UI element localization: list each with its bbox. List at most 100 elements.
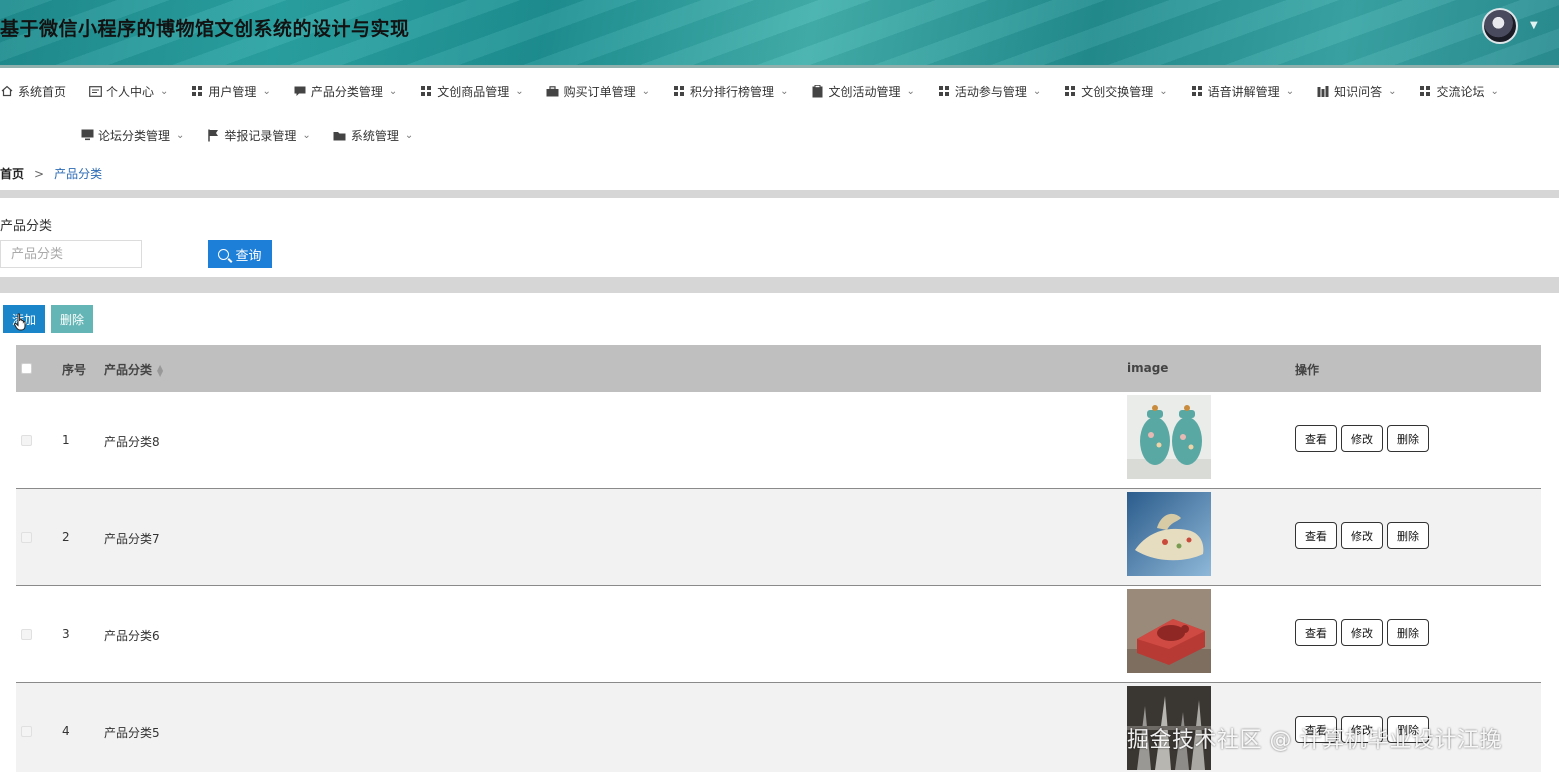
page: 基于微信小程序的博物馆文创系统的设计与实现 ▼ 系统首页 个人中心 ⌄ 用户管理… [0,0,1559,772]
category-table: 序号 产品分类 ▲ ▼ image 操作 1 产品分类8 查看 修改 删除 2 … [16,345,1541,772]
search-icon [218,248,230,260]
chevron-down-icon: ⌄ [160,85,169,97]
chevron-down-icon: ⌄ [1285,85,1295,97]
row-index: 1 [62,433,70,447]
edit-button[interactable]: 修改 [1341,522,1383,549]
bar-chart-icon [1316,84,1330,98]
nav-item-forum[interactable]: 交流论坛 ⌄ [1418,83,1499,100]
row-image-red-carving[interactable] [1127,589,1211,673]
chevron-down-icon: ⌄ [404,129,414,141]
chevron-down-icon: ⌄ [262,85,271,97]
nav-item-qa[interactable]: 知识问答 ⌄ [1316,83,1396,100]
main-nav-row-1: 系统首页 个人中心 ⌄ 用户管理 ⌄ 产品分类管理 ⌄ 文创商品管理 ⌄ 购买订… [0,80,1521,102]
row-checkbox[interactable] [21,435,32,446]
query-button[interactable]: 查询 [208,240,272,268]
home-icon [0,84,14,98]
breadcrumb-separator: > [34,166,45,181]
edit-button[interactable]: 修改 [1341,619,1383,646]
app-title: 基于微信小程序的博物馆文创系统的设计与实现 [0,18,410,40]
delete-button[interactable]: 删除 [1387,425,1429,452]
select-all-checkbox[interactable] [21,363,32,374]
column-header-image: image [1127,361,1169,375]
user-avatar[interactable] [1482,8,1518,44]
row-index: 3 [62,627,70,641]
column-header-category[interactable]: 产品分类 ▲ ▼ [104,361,163,378]
nav-item-points-ranking[interactable]: 积分排行榜管理 ⌄ [672,83,788,100]
grid-icon [937,84,951,98]
row-category: 产品分类6 [104,629,160,643]
row-checkbox[interactable] [21,532,32,543]
chevron-down-icon: ⌄ [302,129,311,141]
column-header-ops: 操作 [1295,363,1320,377]
delete-button[interactable]: 删除 [1387,522,1429,549]
grid-icon [1190,84,1204,98]
app-header: 基于微信小程序的博物馆文创系统的设计与实现 ▼ [0,0,1559,68]
nav-item-home[interactable]: 系统首页 [0,83,66,100]
section-divider [0,277,1559,293]
row-index: 4 [62,724,70,738]
chevron-down-icon: ⌄ [1032,85,1042,97]
chevron-down-icon[interactable]: ▼ [1530,20,1538,31]
folder-icon [333,128,347,142]
grid-icon [190,84,204,98]
table-row: 3 产品分类6 查看 修改 删除 [16,586,1541,683]
chevron-down-icon: ⌄ [641,85,651,97]
nav-item-participation[interactable]: 活动参与管理 ⌄ [937,83,1041,100]
flag-icon [206,128,220,142]
nav-item-audio-guide[interactable]: 语音讲解管理 ⌄ [1190,83,1294,100]
chevron-down-icon: ⌄ [780,85,789,97]
nav-item-reports[interactable]: 举报记录管理 ⌄ [206,127,311,144]
batch-delete-button[interactable]: 删除 [51,305,93,333]
search-input[interactable] [0,240,142,268]
nav-item-exchange[interactable]: 文创交换管理 ⌄ [1063,83,1168,100]
view-button[interactable]: 查看 [1295,619,1337,646]
row-category: 产品分类7 [104,532,160,546]
sort-icon[interactable]: ▲ ▼ [157,363,163,377]
table-row: 1 产品分类8 查看 修改 删除 [16,392,1541,489]
section-divider [0,190,1559,198]
briefcase-icon [546,84,560,98]
chevron-down-icon: ⌄ [1388,85,1397,97]
nav-item-personal-center[interactable]: 个人中心 ⌄ [88,83,168,100]
row-image-porcelain[interactable] [1127,395,1211,479]
chevron-down-icon: ⌄ [515,85,524,97]
nav-item-activities[interactable]: 文创活动管理 ⌄ [810,83,915,100]
table-header: 序号 产品分类 ▲ ▼ image 操作 [16,345,1541,392]
breadcrumb-home[interactable]: 首页 [0,165,24,182]
delete-button[interactable]: 删除 [1387,619,1429,646]
nav-item-forum-category[interactable]: 论坛分类管理 ⌄ [80,127,184,144]
row-actions: 查看 修改 删除 [1295,522,1433,549]
comment-icon [293,84,307,98]
nav-item-product-category[interactable]: 产品分类管理 ⌄ [293,83,397,100]
row-checkbox[interactable] [21,629,32,640]
row-actions: 查看 修改 删除 [1295,619,1433,646]
nav-item-orders[interactable]: 购买订单管理 ⌄ [546,83,650,100]
nav-item-system[interactable]: 系统管理 ⌄ [333,127,413,144]
row-checkbox[interactable] [21,726,32,737]
breadcrumb: 首页 > 产品分类 [0,165,102,182]
chevron-down-icon: ⌄ [1490,85,1499,97]
row-actions: 查看 修改 删除 [1295,425,1433,452]
chevron-down-icon: ⌄ [906,85,915,97]
nav-item-user-management[interactable]: 用户管理 ⌄ [190,83,271,100]
id-card-icon [88,84,102,98]
view-button[interactable]: 查看 [1295,425,1337,452]
column-header-index: 序号 [62,363,87,377]
nav-item-product-management[interactable]: 文创商品管理 ⌄ [419,83,524,100]
breadcrumb-current: 产品分类 [54,167,103,181]
watermark-text: 掘金技术社区 @ 计算机毕业设计江挽 [1127,728,1502,753]
row-category: 产品分类8 [104,435,160,449]
edit-button[interactable]: 修改 [1341,425,1383,452]
chevron-down-icon: ⌄ [388,85,398,97]
row-index: 2 [62,530,70,544]
row-category: 产品分类5 [104,726,160,740]
monitor-icon [80,128,94,142]
row-image-jade-carving[interactable] [1127,492,1211,576]
grid-icon [672,84,686,98]
search-label: 产品分类 [0,219,53,234]
table-row: 2 产品分类7 查看 修改 删除 [16,489,1541,586]
main-nav-row-2: 论坛分类管理 ⌄ 举报记录管理 ⌄ 系统管理 ⌄ [80,124,435,146]
chevron-down-icon: ⌄ [1159,85,1168,97]
view-button[interactable]: 查看 [1295,522,1337,549]
grid-icon [1063,84,1077,98]
